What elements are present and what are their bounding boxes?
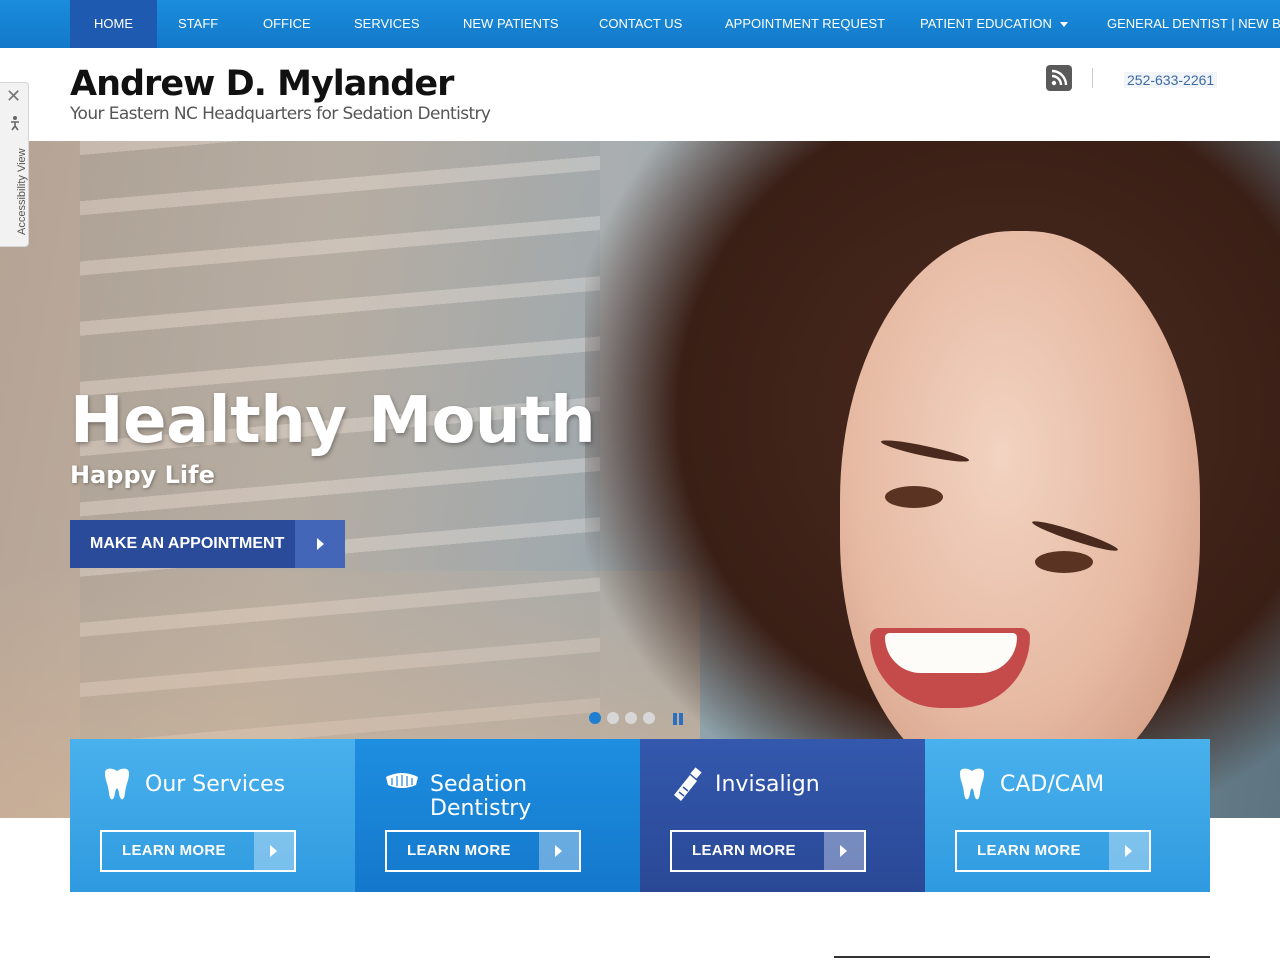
make-appointment-label: MAKE AN APPOINTMENT [90,535,285,552]
nav-item-office[interactable]: OFFICE [239,0,335,48]
learn-more-button[interactable]: LEARN MORE [670,830,866,872]
chevron-right-icon [295,520,345,568]
nav-item-services[interactable]: SERVICES [330,0,444,48]
hero-photo-eye-right [1035,551,1093,573]
tooth-icon [100,767,134,803]
main-nav: HOME STAFF OFFICE SERVICES NEW PATIENTS … [0,0,1280,48]
chevron-down-icon [1059,22,1068,28]
nav-item-appointment-request[interactable]: APPOINTMENT REQUEST [701,0,909,48]
hero-photo-teeth [885,633,1017,673]
site-header: Andrew D. Mylander Your Eastern NC Headq… [0,48,1280,141]
learn-more-label: LEARN MORE [122,842,226,859]
slider-dot-3[interactable] [625,712,637,724]
nav-item-general-dentist[interactable]: GENERAL DENTIST | NEW BERN [1083,0,1280,48]
nav-item-patient-education[interactable]: PATIENT EDUCATION [896,0,1092,48]
slider-dot-2[interactable] [607,712,619,724]
hero-slider: Healthy Mouth Happy Life MAKE AN APPOINT… [0,141,1280,818]
accessibility-icon [8,115,22,136]
slider-dot-1[interactable] [589,712,601,724]
learn-more-button[interactable]: LEARN MORE [955,830,1151,872]
chevron-right-icon [539,832,579,870]
hero-subhead: Happy Life [70,461,215,489]
phone-link[interactable]: 252-633-2261 [1124,72,1218,88]
slider-dot-4[interactable] [643,712,655,724]
hero-photo-eye-left [885,486,943,508]
tooth-icon [955,767,989,803]
close-icon[interactable]: ✕ [6,87,21,105]
tile-our-services: Our Services LEARN MORE [70,739,355,892]
nav-item-home[interactable]: HOME [70,0,157,48]
tile-title: Our Services [145,772,286,797]
accessibility-label: Accessibility View [16,148,28,235]
content-box-edge [834,956,1210,960]
chevron-right-icon [1109,832,1149,870]
tile-sedation-dentistry: Sedation Dentistry LEARN MORE [355,739,640,892]
site-tagline: Your Eastern NC Headquarters for Sedatio… [70,104,491,124]
teeth-icon [385,767,419,803]
learn-more-label: LEARN MORE [692,842,796,859]
tile-title: Sedation Dentistry [430,772,532,821]
learn-more-label: LEARN MORE [407,842,511,859]
header-divider [1092,68,1093,88]
learn-more-label: LEARN MORE [977,842,1081,859]
learn-more-button[interactable]: LEARN MORE [100,830,296,872]
toothpaste-icon [670,767,704,803]
chevron-right-icon [824,832,864,870]
hero-photo-face [840,231,1200,791]
nav-item-staff[interactable]: STAFF [154,0,242,48]
rss-icon[interactable] [1046,65,1072,91]
pause-icon[interactable] [672,713,684,725]
hero-headline: Healthy Mouth [70,384,596,458]
nav-item-patient-education-label: PATIENT EDUCATION [920,16,1052,31]
learn-more-button[interactable]: LEARN MORE [385,830,581,872]
nav-item-new-patients[interactable]: NEW PATIENTS [439,0,583,48]
tile-title: Invisalign [715,772,820,797]
make-appointment-button[interactable]: MAKE AN APPOINTMENT [70,520,345,568]
site-title[interactable]: Andrew D. Mylander [70,64,454,104]
chevron-right-icon [254,832,294,870]
tile-invisalign: Invisalign LEARN MORE [640,739,925,892]
accessibility-tab[interactable]: ✕ Accessibility View [0,82,29,247]
tile-cad-cam: CAD/CAM LEARN MORE [925,739,1210,892]
nav-item-contact-us[interactable]: CONTACT US [575,0,706,48]
tile-title: CAD/CAM [1000,772,1105,797]
